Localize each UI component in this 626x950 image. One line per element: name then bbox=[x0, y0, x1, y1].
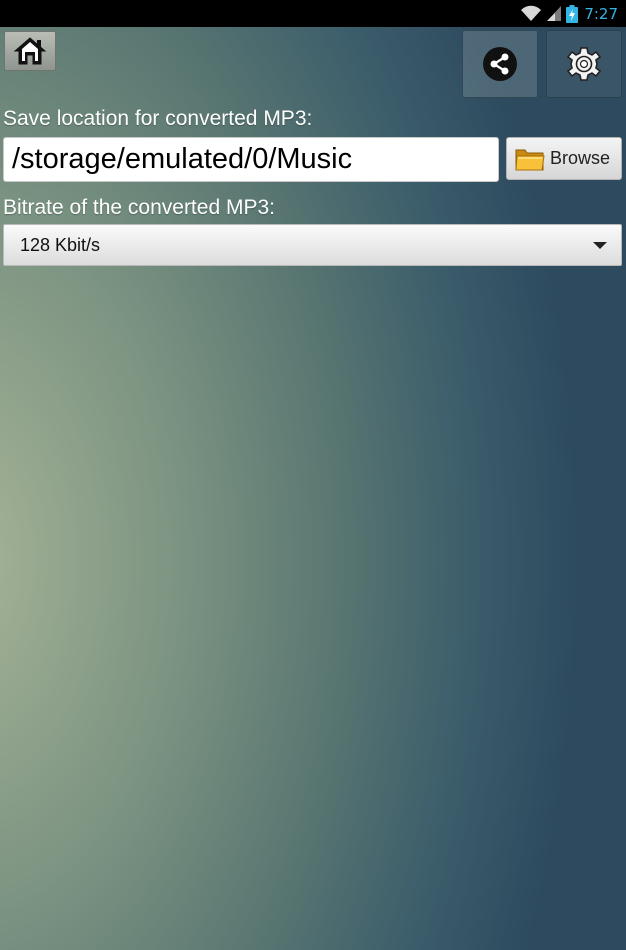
status-bar: 7:27 bbox=[0, 0, 626, 27]
gear-icon bbox=[566, 47, 602, 81]
share-icon bbox=[483, 47, 517, 81]
save-location-label: Save location for converted MP3: bbox=[3, 107, 313, 130]
settings-button[interactable] bbox=[546, 30, 622, 98]
bitrate-selected-value: 128 Kbit/s bbox=[20, 234, 101, 255]
share-button[interactable] bbox=[462, 30, 538, 98]
dropdown-arrow-icon bbox=[593, 242, 607, 249]
battery-charging-icon bbox=[566, 4, 579, 23]
status-time: 7:27 bbox=[584, 4, 618, 23]
browse-label: Browse bbox=[550, 148, 611, 168]
folder-icon bbox=[515, 149, 545, 170]
wifi-icon bbox=[521, 5, 542, 21]
home-button[interactable] bbox=[4, 31, 56, 71]
bitrate-dropdown[interactable]: 128 Kbit/s bbox=[3, 224, 622, 266]
home-icon bbox=[13, 37, 47, 65]
browse-button[interactable]: Browse bbox=[506, 137, 622, 180]
bitrate-label: Bitrate of the converted MP3: bbox=[3, 196, 275, 219]
save-location-input[interactable]: /storage/emulated/0/Music bbox=[3, 137, 499, 182]
signal-icon bbox=[547, 6, 562, 21]
